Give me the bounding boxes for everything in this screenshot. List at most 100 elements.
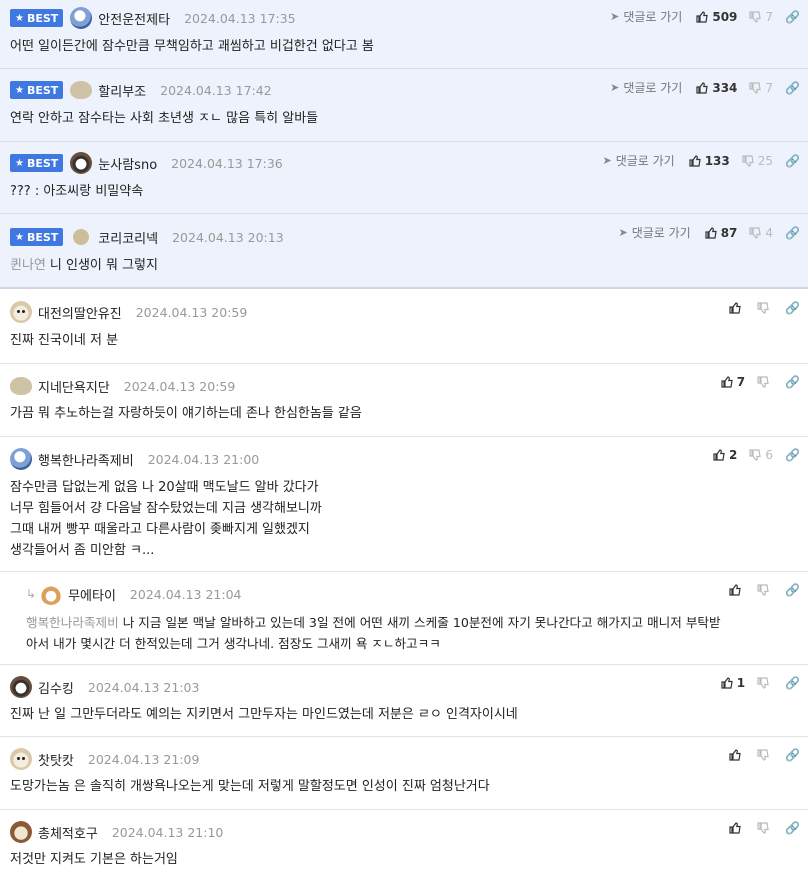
nickname[interactable]: 대전의딸안유진 xyxy=(38,303,122,322)
thumbs-up-icon xyxy=(729,302,741,314)
comment-header: 행복한나라족제비 2024.04.13 21:00 xyxy=(10,448,260,470)
upvote-button[interactable]: 87 xyxy=(705,226,737,240)
upvote-button[interactable]: 7 xyxy=(721,375,745,389)
downvote-button[interactable] xyxy=(757,376,773,388)
comment-actions: ➤ 댓글로 가기 509 7 🔗 xyxy=(610,8,800,25)
thumbs-up-icon xyxy=(729,822,741,834)
avatar[interactable] xyxy=(10,821,32,843)
comment-text: 퀸나연 니 인생이 뭐 그렇지 xyxy=(10,258,158,273)
comment-header: 찻탓캇 2024.04.13 21:09 xyxy=(10,748,199,770)
comment: 총체적호구 2024.04.13 21:10 🔗 저것만 지켜도 기본은 하는거… xyxy=(0,810,808,882)
comment-actions: 🔗 xyxy=(729,748,800,762)
thumbs-up-icon xyxy=(729,749,741,761)
downvote-button[interactable] xyxy=(757,822,773,834)
nickname[interactable]: 안전운전제타 xyxy=(98,9,170,28)
reply-target[interactable]: 행복한나라족제비 xyxy=(26,615,119,630)
reply-link[interactable]: ➤ 댓글로 가기 xyxy=(618,224,690,241)
downvote-button[interactable]: 7 xyxy=(749,81,773,95)
nickname[interactable]: 눈사람sno xyxy=(98,154,157,173)
avatar[interactable] xyxy=(10,676,32,698)
comment-actions: ➤ 댓글로 가기 334 7 🔗 xyxy=(610,79,800,96)
avatar[interactable] xyxy=(70,81,93,99)
upvote-button[interactable]: 334 xyxy=(696,81,737,95)
nickname[interactable]: 할리부조 xyxy=(98,81,146,100)
comment-actions: 7 🔗 xyxy=(721,375,800,389)
comment-header: ★ BEST 눈사람sno 2024.04.13 17:36 xyxy=(10,152,283,174)
send-icon: ➤ xyxy=(618,226,628,239)
avatar[interactable] xyxy=(10,377,32,395)
link-icon[interactable]: 🔗 xyxy=(785,226,800,240)
comment-text: 저것만 지켜도 기본은 하는거임 xyxy=(10,852,178,867)
comment: 대전의딸안유진 2024.04.13 20:59 🔗 진짜 진국이네 저 분 xyxy=(0,289,808,364)
reply-link[interactable]: ➤ 댓글로 가기 xyxy=(602,152,674,169)
upvote-button[interactable] xyxy=(729,584,745,596)
thumbs-up-icon xyxy=(729,584,741,596)
link-icon[interactable]: 🔗 xyxy=(785,10,800,24)
comment-text: 도망가는놈 은 솔직히 개쌍욕나오는게 맞는데 저렇게 말할정도면 인성이 진짜… xyxy=(10,779,490,794)
upvote-button[interactable]: 133 xyxy=(689,154,730,168)
avatar[interactable] xyxy=(10,748,32,770)
nickname[interactable]: 행복한나라족제비 xyxy=(38,450,134,469)
downvote-button[interactable] xyxy=(757,302,773,314)
comment-header: 김수킹 2024.04.13 21:03 xyxy=(10,676,200,698)
star-icon: ★ xyxy=(15,84,24,96)
send-icon: ➤ xyxy=(610,81,620,94)
link-icon[interactable]: 🔗 xyxy=(785,81,800,95)
upvote-button[interactable] xyxy=(729,822,745,834)
thumbs-down-icon xyxy=(749,81,762,94)
link-icon[interactable]: 🔗 xyxy=(785,375,800,389)
best-comment: ★ BEST 코리코리넥 2024.04.13 20:13 ➤ 댓글로 가기 87 … xyxy=(0,214,808,289)
reply-link[interactable]: ➤ 댓글로 가기 xyxy=(610,8,682,25)
nickname[interactable]: 지네단욕지단 xyxy=(38,377,110,396)
timestamp: 2024.04.13 21:04 xyxy=(129,586,242,602)
downvote-button[interactable]: 7 xyxy=(749,10,773,24)
downvote-button[interactable]: 6 xyxy=(749,448,773,462)
timestamp: 2024.04.13 21:03 xyxy=(87,679,200,695)
link-icon[interactable]: 🔗 xyxy=(785,821,800,835)
comment-actions: 2 6 🔗 xyxy=(713,448,800,462)
avatar[interactable] xyxy=(10,448,32,470)
reply-link[interactable]: ➤ 댓글로 가기 xyxy=(610,79,682,96)
downvote-button[interactable]: 4 xyxy=(749,226,773,240)
avatar[interactable] xyxy=(10,301,32,323)
thumbs-down-icon xyxy=(749,449,762,461)
upvote-button[interactable]: 1 xyxy=(721,676,745,690)
link-icon[interactable]: 🔗 xyxy=(785,301,800,315)
best-badge: ★ BEST xyxy=(10,228,64,246)
nickname[interactable]: 코리코리넥 xyxy=(98,228,158,247)
downvote-button[interactable] xyxy=(757,584,773,596)
link-icon[interactable]: 🔗 xyxy=(785,154,800,168)
upvote-button[interactable] xyxy=(729,749,745,761)
avatar[interactable] xyxy=(73,229,90,245)
nickname[interactable]: 김수킹 xyxy=(38,678,74,697)
star-icon: ★ xyxy=(15,231,24,243)
link-icon[interactable]: 🔗 xyxy=(785,448,800,462)
comment-header: 지네단욕지단 2024.04.13 20:59 xyxy=(10,376,235,396)
nickname[interactable]: 무에타이 xyxy=(68,585,116,604)
comment: 행복한나라족제비 2024.04.13 21:00 2 6 🔗 잠수만큼 답없는… xyxy=(0,437,808,572)
link-icon[interactable]: 🔗 xyxy=(785,583,800,597)
avatar[interactable] xyxy=(70,152,93,174)
link-icon[interactable]: 🔗 xyxy=(785,748,800,762)
thumbs-down-icon xyxy=(757,822,769,834)
comment-header: ↳ 무에타이 2024.04.13 21:04 xyxy=(26,583,242,605)
avatar[interactable] xyxy=(40,583,63,605)
upvote-button[interactable] xyxy=(729,302,745,314)
downvote-button[interactable] xyxy=(757,749,773,761)
nickname[interactable]: 총체적호구 xyxy=(38,823,98,842)
reply-target[interactable]: 퀸나연 xyxy=(10,258,46,273)
upvote-button[interactable]: 2 xyxy=(713,448,737,462)
downvote-button[interactable] xyxy=(757,677,773,689)
comment-text: 행복한나라족제비 나 지금 일본 맥날 알바하고 있는데 3일 전에 어떤 새끼 … xyxy=(26,615,721,651)
downvote-button[interactable]: 25 xyxy=(742,154,773,168)
thumbs-down-icon xyxy=(757,302,769,314)
timestamp: 2024.04.13 21:00 xyxy=(147,451,260,467)
thumbs-up-icon xyxy=(713,449,725,461)
thumbs-down-icon xyxy=(749,10,762,23)
nickname[interactable]: 찻탓캇 xyxy=(38,750,74,769)
link-icon[interactable]: 🔗 xyxy=(785,676,800,690)
avatar[interactable] xyxy=(70,7,93,29)
upvote-button[interactable]: 509 xyxy=(696,10,737,24)
best-comment: ★ BEST 안전운전제타 2024.04.13 17:35 ➤ 댓글로 가기 50… xyxy=(0,0,808,69)
comment-list: ★ BEST 안전운전제타 2024.04.13 17:35 ➤ 댓글로 가기 50… xyxy=(0,0,808,882)
